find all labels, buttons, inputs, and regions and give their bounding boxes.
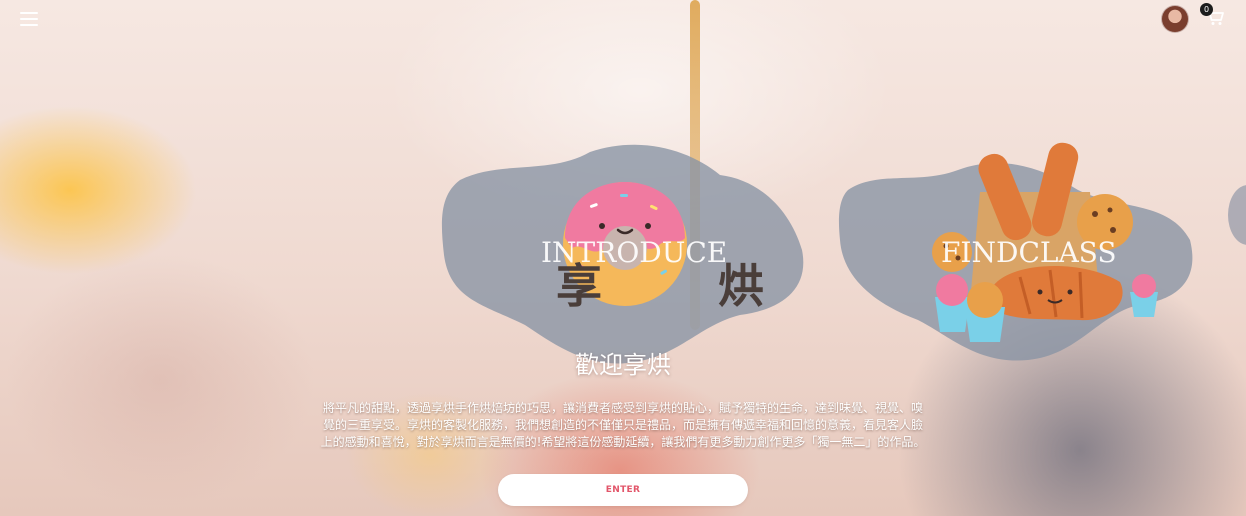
- user-avatar[interactable]: [1161, 5, 1189, 33]
- intro-paragraph: 將平凡的甜點，透過享烘手作烘焙坊的巧思，讓消費者感受到享烘的貼心，賦予獨特的生命…: [320, 401, 926, 449]
- cart-count-badge: 0: [1200, 3, 1213, 16]
- hamburger-menu-icon[interactable]: [20, 12, 38, 26]
- welcome-heading: 歡迎享烘: [575, 351, 671, 379]
- findclass-title: FINDCLASS: [941, 236, 1117, 269]
- introduce-subtitle: 享 烘: [556, 259, 815, 313]
- enter-button[interactable]: ENTER: [498, 474, 748, 506]
- introduce-card[interactable]: INTRODUCE 享 烘: [440, 140, 810, 370]
- findclass-card[interactable]: FINDCLASS: [838, 140, 1198, 365]
- landing-page: 0 INTRODUCE 享 烘 FINDCLASS 歡迎享烘 將平凡的甜點，透過…: [0, 0, 1246, 516]
